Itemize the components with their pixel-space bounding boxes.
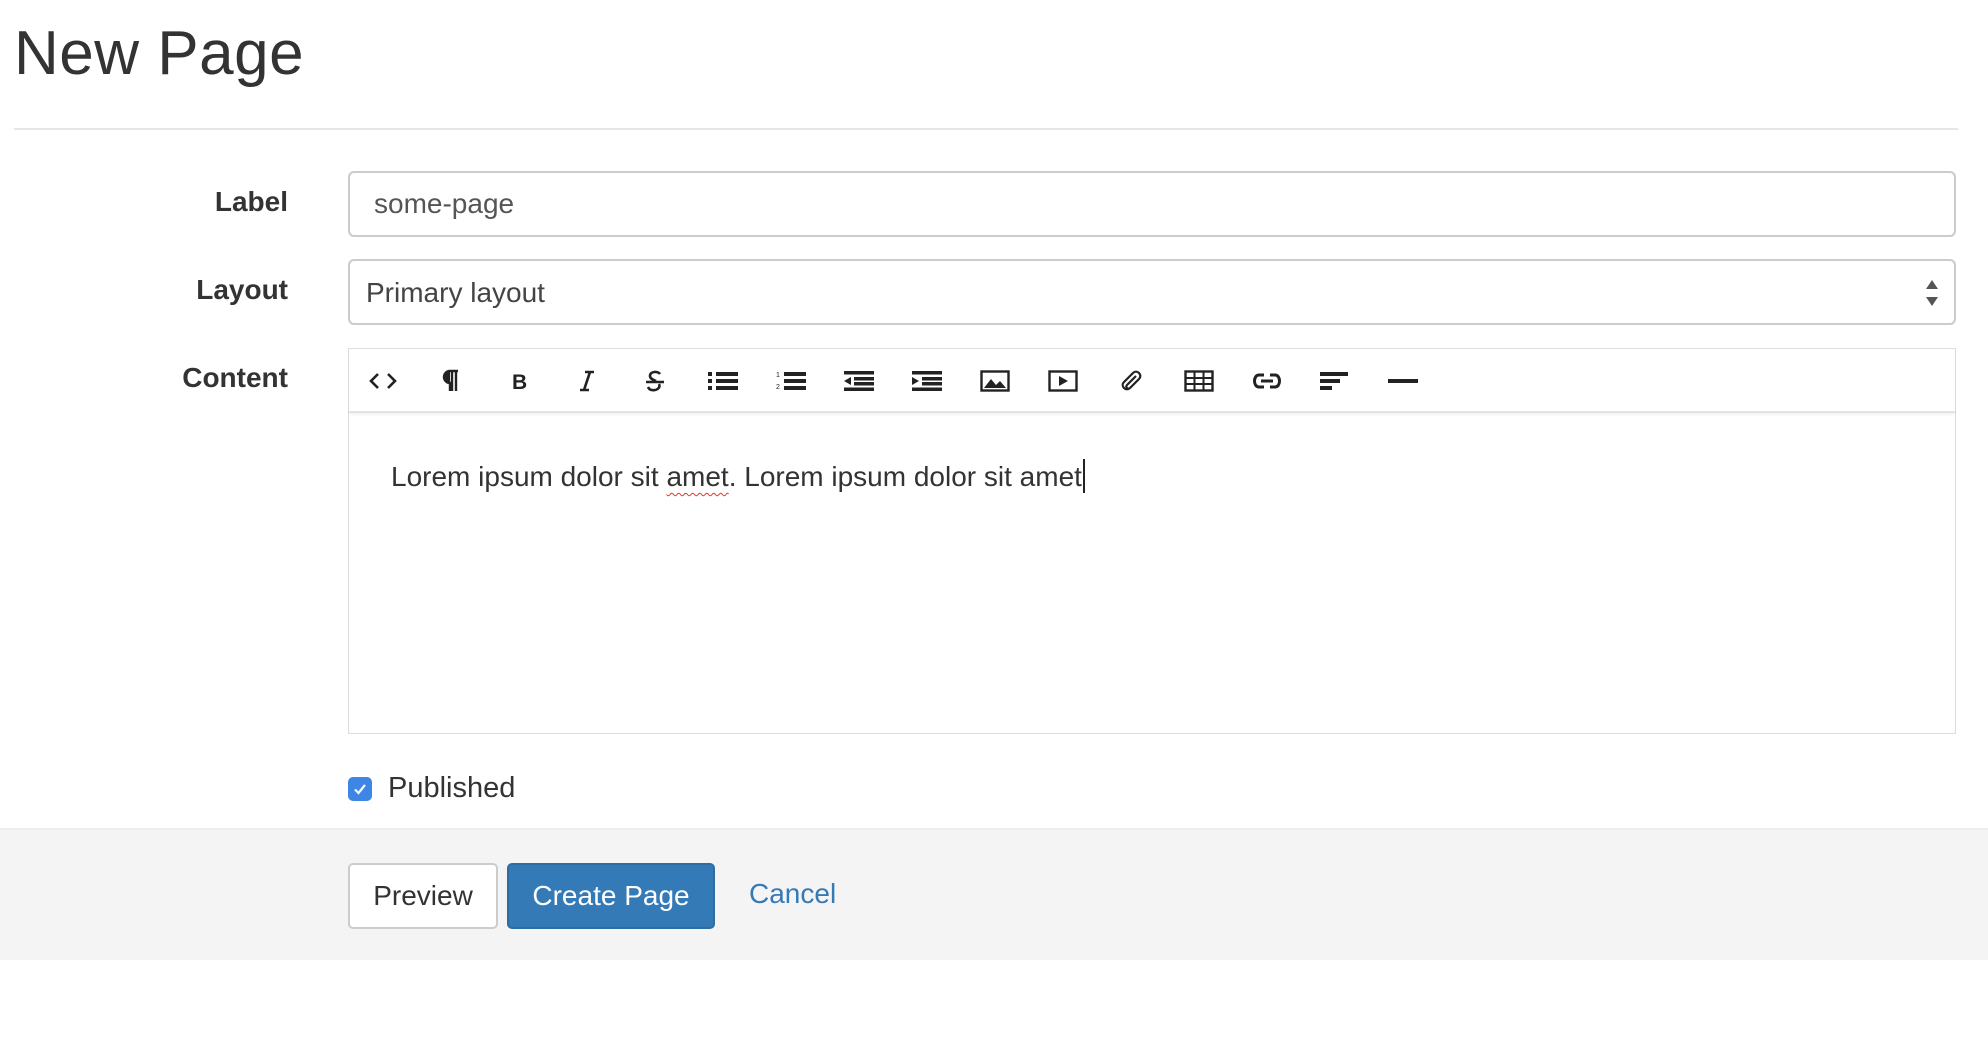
select-arrows-icon (1924, 277, 1940, 309)
title-divider (14, 128, 1958, 130)
outdent-icon[interactable] (839, 361, 879, 401)
label-input[interactable] (348, 171, 1956, 237)
spellcheck-word: amet (666, 461, 729, 492)
text-caret (1082, 459, 1085, 493)
paragraph-icon[interactable] (431, 361, 471, 401)
italic-icon[interactable] (567, 361, 607, 401)
bold-icon[interactable]: B (499, 361, 539, 401)
layout-select-value: Primary layout (366, 277, 545, 308)
check-icon (354, 784, 366, 795)
link-icon[interactable] (1247, 361, 1287, 401)
paperclip-icon[interactable] (1111, 361, 1151, 401)
layout-select[interactable]: Primary layout (348, 259, 1956, 325)
strikethrough-icon[interactable] (635, 361, 675, 401)
form-actions: Preview Create Page Cancel (0, 828, 1988, 960)
video-icon[interactable] (1043, 361, 1083, 401)
new-page-form-page: New Page Label Layout Primary layout Con… (0, 0, 1988, 1062)
layout-field-caption: Layout (196, 274, 288, 305)
preview-button[interactable]: Preview (348, 863, 498, 929)
editor-toolbar: B 12 (349, 349, 1955, 413)
published-label[interactable]: Published (388, 772, 515, 805)
image-icon[interactable] (975, 361, 1015, 401)
rich-text-editor: B 12 Lorem ipsum dolor sit amet. Lorem i… (348, 348, 1956, 734)
code-icon[interactable] (363, 361, 403, 401)
horizontal-rule-icon[interactable] (1383, 361, 1423, 401)
indent-icon[interactable] (907, 361, 947, 401)
page-title: New Page (14, 19, 305, 88)
numbered-list-icon[interactable]: 12 (771, 361, 811, 401)
editor-content[interactable]: Lorem ipsum dolor sit amet. Lorem ipsum … (391, 459, 1085, 493)
svg-text:2: 2 (776, 384, 780, 391)
content-field-caption: Content (182, 362, 288, 393)
editor-text-start: Lorem ipsum dolor sit (391, 461, 667, 492)
bullet-list-icon[interactable] (703, 361, 743, 401)
published-checkbox[interactable] (348, 777, 372, 801)
align-left-icon[interactable] (1315, 361, 1355, 401)
create-page-button[interactable]: Create Page (507, 863, 715, 929)
table-icon[interactable] (1179, 361, 1219, 401)
cancel-link[interactable]: Cancel (749, 878, 836, 910)
editor-text-end: . Lorem ipsum dolor sit amet (728, 461, 1082, 492)
svg-text:B: B (512, 371, 527, 392)
label-field-caption: Label (214, 186, 288, 217)
svg-text:1: 1 (776, 372, 780, 379)
